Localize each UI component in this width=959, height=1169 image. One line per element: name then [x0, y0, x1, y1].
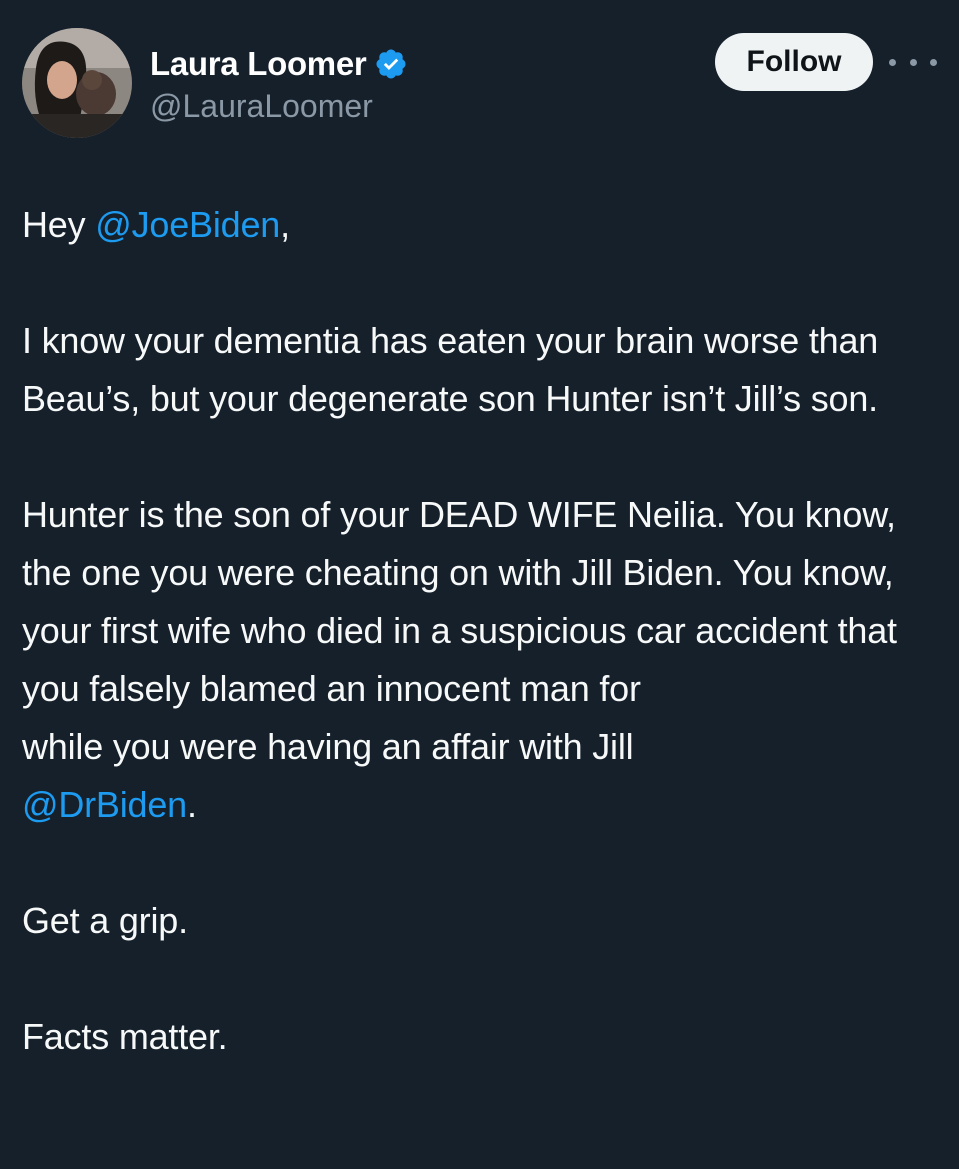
greeting-text: Hey [22, 204, 96, 245]
more-options-icon[interactable] [889, 48, 937, 76]
verified-badge-icon [374, 47, 408, 81]
tweet-paragraph-4: Get a grip. [22, 900, 188, 941]
more-dot [930, 58, 937, 66]
paragraph-3-line-2: while you were having an affair with Jil… [22, 726, 634, 767]
more-dot [909, 58, 917, 66]
tweet-paragraph-5: Facts matter. [22, 1016, 228, 1057]
more-dot [889, 58, 896, 66]
greeting-punctuation: , [280, 204, 290, 245]
tweet-paragraph-2: I know your dementia has eaten your brai… [22, 320, 879, 419]
avatar-photo [22, 28, 132, 138]
avatar[interactable] [22, 28, 132, 138]
name-row: Laura Loomer [150, 44, 408, 84]
tweet-text: Hey @JoeBiden, I know your dementia has … [22, 196, 942, 1124]
tweet-paragraph-greeting: Hey @JoeBiden, [22, 196, 942, 254]
mention-drbiden[interactable]: @DrBiden [22, 784, 187, 825]
tweet-header: Laura Loomer @LauraLoomer Follow [0, 0, 959, 150]
paragraph-3-text: Hunter is the son of your DEAD WIFE Neil… [22, 494, 897, 709]
mention-joebiden[interactable]: @JoeBiden [95, 204, 280, 245]
tweet-paragraph-3: Hunter is the son of your DEAD WIFE Neil… [22, 486, 942, 834]
follow-button[interactable]: Follow [715, 33, 873, 91]
user-handle[interactable]: @LauraLoomer [150, 88, 373, 125]
paragraph-3-punctuation: . [187, 784, 197, 825]
display-name[interactable]: Laura Loomer [150, 45, 367, 83]
